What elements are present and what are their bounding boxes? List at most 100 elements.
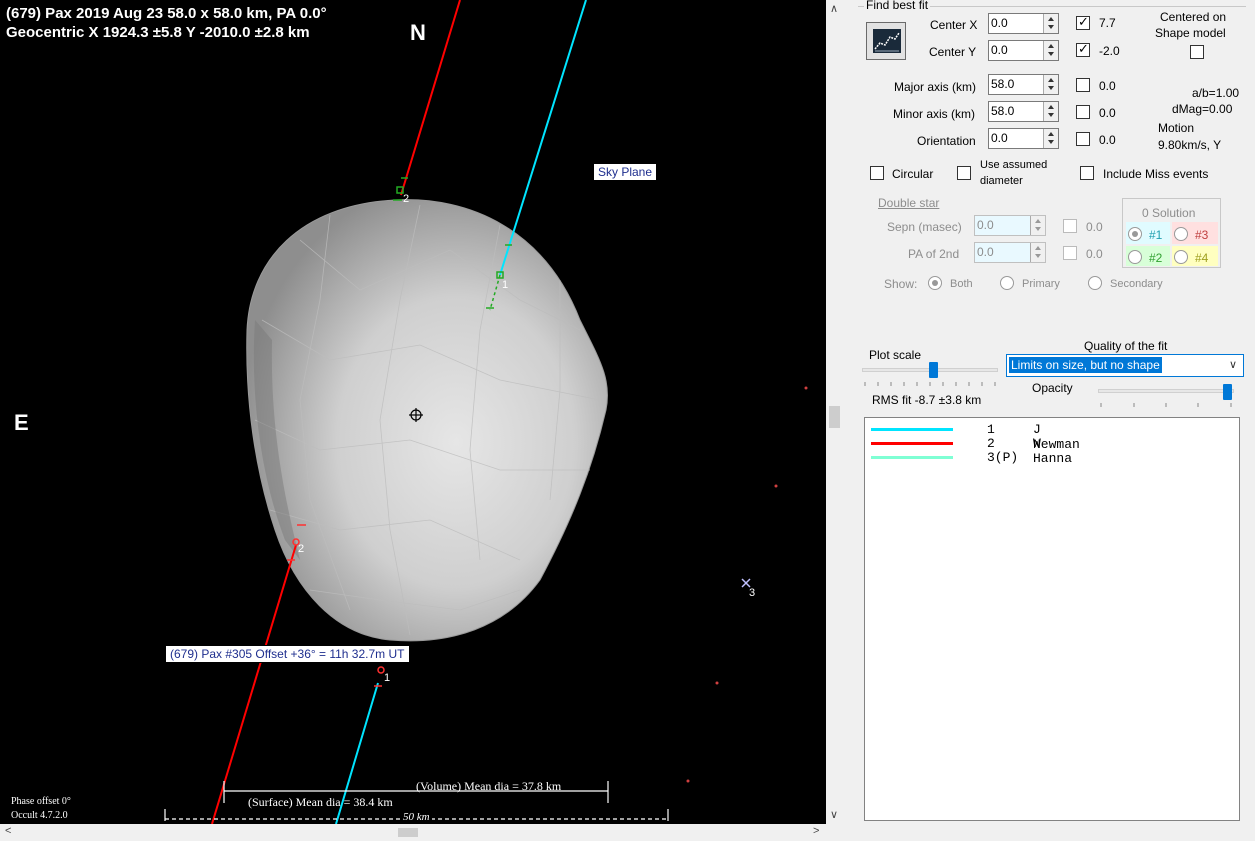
minor-axis-fit-value: 0.0 (1099, 106, 1116, 120)
quality-dropdown[interactable]: Limits on size, but no shape ∨ (1006, 354, 1244, 377)
shape-model-label: Shape model (1155, 26, 1226, 40)
opacity-track[interactable] (1098, 389, 1234, 393)
show-primary-label: Primary (1022, 278, 1060, 290)
legend-name: W Hanna (1033, 436, 1073, 466)
motion-label: Motion (1158, 121, 1195, 135)
chord-label: 1 (384, 672, 391, 684)
center-x-value: 0.0 (991, 16, 1008, 30)
spin-buttons[interactable] (1043, 129, 1058, 148)
scroll-up-icon[interactable]: ∧ (830, 2, 838, 15)
center-y-label: Center Y (929, 45, 977, 59)
fit-panel: Find best fit Center X 0.0 ✓ 7.7 Center … (850, 0, 1255, 841)
show-secondary-radio[interactable] (1088, 276, 1102, 290)
plot-graphics (164, 0, 808, 824)
center-y-input[interactable]: 0.0 (988, 40, 1059, 61)
ab-ratio: a/b=1.00 (1192, 86, 1240, 100)
spin-buttons[interactable] (1030, 216, 1045, 235)
center-x-input[interactable]: 0.0 (988, 13, 1059, 34)
opacity-ticks (1100, 403, 1232, 407)
rms-fit: RMS fit -8.7 ±3.8 km (872, 393, 982, 407)
chord-label: 3 (749, 587, 756, 599)
spin-buttons[interactable] (1043, 41, 1058, 60)
show-both-radio[interactable] (928, 276, 942, 290)
legend-line-aqua (871, 456, 953, 459)
legend-line-cyan (871, 428, 953, 431)
sepn-fit-value: 0.0 (1086, 220, 1103, 234)
east-label: E (14, 410, 29, 435)
quality-label: Quality of the fit (1084, 339, 1168, 353)
solution-4-radio[interactable] (1174, 250, 1188, 264)
major-axis-fit-checkbox[interactable] (1076, 78, 1090, 92)
plot-canvas[interactable]: (679) Pax 2019 Aug 23 58.0 x 58.0 km, PA… (0, 0, 826, 824)
minor-axis-fit-checkbox[interactable] (1076, 105, 1090, 119)
major-axis-value: 58.0 (991, 77, 1015, 91)
horizontal-scrollbar[interactable]: < > (0, 824, 826, 841)
show-label: Show: (884, 277, 918, 291)
use-assumed-diameter-checkbox[interactable] (957, 166, 971, 180)
sepn-input[interactable]: 0.0 (974, 215, 1046, 236)
pa2-input[interactable]: 0.0 (974, 242, 1046, 263)
plot-header-line1: (679) Pax 2019 Aug 23 58.0 x 58.0 km, PA… (6, 5, 327, 22)
asteroid-shape (246, 199, 609, 642)
solution-1-radio[interactable] (1128, 227, 1142, 241)
center-y-value: 0.0 (991, 43, 1008, 57)
scroll-thumb[interactable] (398, 828, 418, 837)
occult-window: (679) Pax 2019 Aug 23 58.0 x 58.0 km, PA… (0, 0, 1255, 841)
legend-number: 1 (987, 422, 995, 437)
radio-dot-icon (932, 280, 938, 286)
spin-buttons[interactable] (1043, 14, 1058, 33)
opacity-thumb[interactable] (1223, 384, 1232, 400)
chevron-down-icon[interactable]: ∨ (1229, 358, 1237, 371)
spin-buttons[interactable] (1043, 75, 1058, 94)
show-both-label: Both (950, 278, 973, 290)
surface-diameter: (Surface) Mean dia = 38.4 km (248, 795, 393, 809)
minor-axis-input[interactable]: 58.0 (988, 101, 1059, 122)
pa2-fit-checkbox[interactable] (1063, 246, 1077, 260)
sepn-label: Sepn (masec) (887, 220, 962, 234)
major-axis-input[interactable]: 58.0 (988, 74, 1059, 95)
chord-label: 1 (502, 279, 509, 291)
plot-scale-thumb[interactable] (929, 362, 938, 378)
volume-diameter: (Volume) Mean dia = 37.8 km (416, 779, 562, 793)
spin-buttons[interactable] (1030, 243, 1045, 262)
plot-header-line2: Geocentric X 1924.3 ±5.8 Y -2010.0 ±2.8 … (6, 24, 310, 41)
solution-1-label: #1 (1149, 228, 1163, 242)
solution-4-label: #4 (1195, 251, 1209, 265)
scale-bar-label: 50 km (401, 811, 432, 823)
phase-offset: Phase offset 0° (11, 796, 71, 807)
legend-number: 3(P) (987, 450, 1019, 465)
sepn-fit-checkbox[interactable] (1063, 219, 1077, 233)
scroll-right-icon[interactable]: > (813, 825, 819, 837)
vertical-scrollbar[interactable]: ∧ ∨ (826, 0, 843, 824)
show-secondary-label: Secondary (1110, 278, 1163, 290)
center-y-fit-checkbox[interactable]: ✓ (1076, 41, 1090, 57)
major-axis-fit-value: 0.0 (1099, 79, 1116, 93)
scroll-down-icon[interactable]: ∨ (830, 808, 838, 821)
sky-plane-label: Sky Plane (593, 163, 658, 181)
use-assumed-label: Use assumed (980, 159, 1048, 171)
circular-checkbox[interactable] (870, 166, 884, 180)
quality-selected-value: Limits on size, but no shape (1009, 357, 1162, 373)
center-x-fit-value: 7.7 (1099, 16, 1116, 30)
observer-legend[interactable]: 1 J Newman 2 W Hanna 3(P) (864, 417, 1240, 821)
orientation-fit-checkbox[interactable] (1076, 132, 1090, 146)
scroll-thumb[interactable] (829, 406, 840, 428)
version-label: Occult 4.7.2.0 (11, 810, 68, 821)
motion-value: 9.80km/s, Y (1158, 138, 1222, 152)
minor-axis-label: Minor axis (km) (893, 107, 976, 121)
centered-on-shape-checkbox[interactable] (1190, 45, 1204, 59)
scroll-left-icon[interactable]: < (5, 825, 11, 837)
solution-3-label: #3 (1195, 228, 1209, 242)
show-primary-radio[interactable] (1000, 276, 1014, 290)
radio-dot-icon (1132, 231, 1138, 237)
solution-label: 0 Solution (1142, 206, 1196, 220)
include-miss-checkbox[interactable] (1080, 166, 1094, 180)
solution-3-radio[interactable] (1174, 227, 1188, 241)
circular-label: Circular (892, 167, 934, 181)
center-x-fit-checkbox[interactable]: ✓ (1076, 14, 1090, 30)
find-best-fit-button[interactable] (866, 22, 906, 60)
center-y-fit-value: -2.0 (1099, 44, 1120, 58)
spin-buttons[interactable] (1043, 102, 1058, 121)
orientation-input[interactable]: 0.0 (988, 128, 1059, 149)
solution-2-radio[interactable] (1128, 250, 1142, 264)
